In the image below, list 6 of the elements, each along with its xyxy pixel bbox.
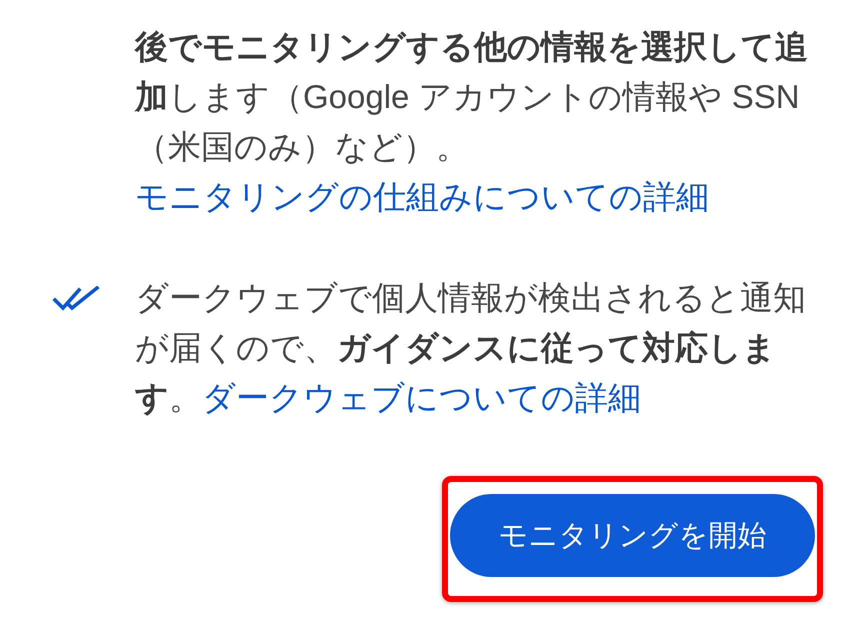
- details-link[interactable]: モニタリングの仕組みについての詳細: [135, 178, 709, 215]
- description-text: ダークウェブで個人情報が検出されると通知が届くので、ガイダンスに従って対応します。ダークウェブについての詳細: [135, 278, 807, 418]
- description-text: 後でモニタリングする他の情報を選択して追加します（Google アカウントの情報や SSN（米国のみ）など）。 モニタリングの仕組みについての詳細: [135, 27, 809, 217]
- start-monitoring-button[interactable]: モニタリングを開始: [450, 494, 815, 577]
- details-link[interactable]: ダークウェブについての詳細: [202, 379, 641, 416]
- double-check-icon: [52, 286, 100, 312]
